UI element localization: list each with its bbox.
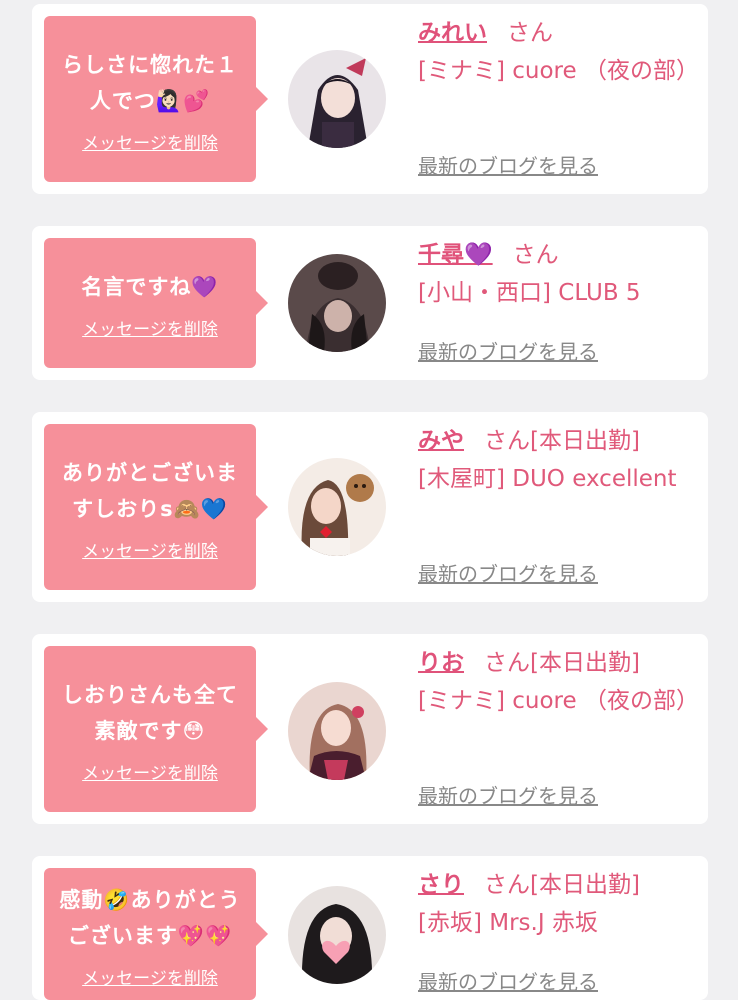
avatar[interactable] [288, 458, 386, 556]
message-text: 感動🤣ありがとう ございます💖💖 [59, 887, 241, 948]
girl-name-link[interactable]: みれい [418, 20, 487, 46]
honorific-label: さん [512, 242, 559, 268]
delete-message-link[interactable]: メッセージを削除 [82, 537, 218, 562]
latest-blog-link[interactable]: 最新のブログを見る [418, 336, 598, 365]
avatar-image [288, 254, 386, 352]
avatar-image [288, 886, 386, 984]
name-line: さり さん[本日出勤] [418, 866, 698, 904]
message-card: 感動🤣ありがとう ございます💖💖 メッセージを削除 さり さん[本日出勤] [赤坂… [32, 856, 708, 1000]
message-text: しおりさんも全て 素敵です😳 [62, 682, 238, 743]
message-bubble: 感動🤣ありがとう ございます💖💖 メッセージを削除 [44, 868, 268, 1000]
message-bubble: 名言ですね💜 メッセージを削除 [44, 238, 268, 368]
honorific-label: さん[本日出勤] [484, 872, 640, 898]
message-bubble: しおりさんも全て 素敵です😳 メッセージを削除 [44, 646, 268, 812]
name-line: 千尋💜 さん [418, 236, 698, 274]
delete-message-link[interactable]: メッセージを削除 [82, 315, 218, 340]
girl-name-link[interactable]: りお [418, 650, 464, 676]
avatar[interactable] [288, 254, 386, 352]
girl-name-link[interactable]: さり [418, 872, 464, 898]
delete-message-link[interactable]: メッセージを削除 [82, 129, 218, 154]
latest-blog-link[interactable]: 最新のブログを見る [418, 780, 598, 809]
message-text: 名言ですね💜 [81, 274, 219, 299]
avatar-image [288, 50, 386, 148]
delete-message-link[interactable]: メッセージを削除 [82, 759, 218, 784]
latest-blog-link[interactable]: 最新のブログを見る [418, 966, 598, 995]
girl-name-link[interactable]: みや [418, 428, 464, 454]
shop-name: [ミナミ] cuore （夜の部） [418, 688, 699, 714]
honorific-label: さん[本日出勤] [484, 428, 640, 454]
shop-name: [小山・西口] CLUB 5 [418, 280, 641, 306]
shop-name: [赤坂] Mrs.J 赤坂 [418, 910, 598, 936]
name-line: りお さん[本日出勤] [418, 644, 698, 682]
avatar-image [288, 682, 386, 780]
latest-blog-link[interactable]: 最新のブログを見る [418, 558, 598, 587]
shop-name: [ミナミ] cuore （夜の部） [418, 58, 699, 84]
message-text: らしさに惚れた１ 人でつ🙋🏻‍♀️💕 [62, 52, 238, 113]
girl-info: りお さん[本日出勤] [ミナミ] cuore （夜の部） [418, 644, 699, 720]
message-card: ありがとございま すしおりs🙈💙 メッセージを削除 みや さん[本日出勤] [木屋… [32, 412, 708, 602]
girl-name-link[interactable]: 千尋💜 [418, 242, 493, 268]
girl-info: みれい さん [ミナミ] cuore （夜の部） [418, 14, 699, 90]
delete-message-link[interactable]: メッセージを削除 [82, 964, 218, 989]
message-card: 名言ですね💜 メッセージを削除 千尋💜 さん [小山・西口] CLUB 5 最新の… [32, 226, 708, 380]
avatar[interactable] [288, 682, 386, 780]
girl-info: さり さん[本日出勤] [赤坂] Mrs.J 赤坂 [418, 866, 698, 942]
honorific-label: さん [507, 20, 553, 46]
avatar[interactable] [288, 50, 386, 148]
message-bubble: らしさに惚れた１ 人でつ🙋🏻‍♀️💕 メッセージを削除 [44, 16, 268, 182]
message-card: らしさに惚れた１ 人でつ🙋🏻‍♀️💕 メッセージを削除 みれい さん [ミナミ] … [32, 4, 708, 194]
girl-info: みや さん[本日出勤] [木屋町] DUO excellent [418, 422, 698, 498]
shop-name: [木屋町] DUO excellent [418, 466, 677, 492]
message-card: しおりさんも全て 素敵です😳 メッセージを削除 りお さん[本日出勤] [ミナミ]… [32, 634, 708, 824]
avatar-image [288, 458, 386, 556]
latest-blog-link[interactable]: 最新のブログを見る [418, 150, 598, 179]
message-text: ありがとございま すしおりs🙈💙 [62, 460, 238, 521]
girl-info: 千尋💜 さん [小山・西口] CLUB 5 [418, 236, 698, 312]
message-bubble: ありがとございま すしおりs🙈💙 メッセージを削除 [44, 424, 268, 590]
name-line: みや さん[本日出勤] [418, 422, 698, 460]
message-list: らしさに惚れた１ 人でつ🙋🏻‍♀️💕 メッセージを削除 みれい さん [ミナミ] … [0, 0, 738, 1000]
name-line: みれい さん [418, 14, 698, 52]
honorific-label: さん[本日出勤] [484, 650, 640, 676]
avatar[interactable] [288, 886, 386, 984]
